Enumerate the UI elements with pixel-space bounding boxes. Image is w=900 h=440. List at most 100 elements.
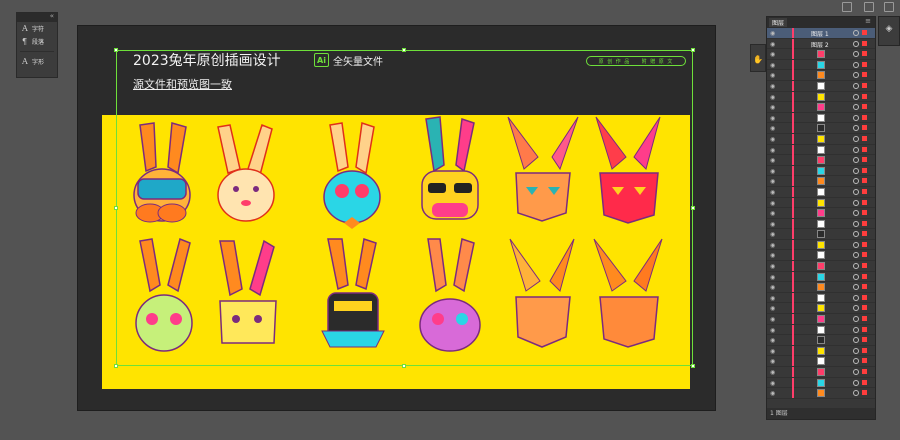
layer-row[interactable]: ◉	[767, 197, 875, 209]
layer-row[interactable]: ◉	[767, 59, 875, 71]
visibility-eye-icon[interactable]: ◉	[770, 231, 775, 238]
target-icon[interactable]	[853, 199, 859, 206]
selection-indicator[interactable]	[862, 188, 867, 194]
selection-indicator[interactable]	[862, 157, 867, 163]
target-icon[interactable]	[853, 188, 859, 195]
visibility-eye-icon[interactable]: ◉	[770, 147, 775, 154]
target-icon[interactable]	[853, 326, 859, 333]
character-panel-item[interactable]: A 字符	[17, 22, 57, 35]
layer-row[interactable]: ◉	[767, 218, 875, 230]
panel-icon[interactable]	[864, 2, 874, 12]
selection-indicator[interactable]	[862, 273, 867, 279]
layer-row[interactable]: ◉	[767, 123, 875, 134]
rabbit-green-face-icon[interactable]	[135, 237, 193, 352]
layer-row[interactable]: ◉	[767, 80, 875, 92]
selection-indicator[interactable]	[862, 178, 867, 184]
target-icon[interactable]	[853, 135, 859, 142]
selection-handle[interactable]	[114, 364, 118, 368]
layer-row[interactable]: ◉	[767, 292, 875, 304]
workspace-canvas[interactable]: « A 字符 ¶ 段落 A 字形 2023兔年原创插画设计 Ai 全矢量文件 原…	[0, 0, 900, 440]
selection-indicator[interactable]	[862, 347, 867, 353]
rabbit-geometric-pink-icon[interactable]	[507, 116, 579, 222]
layer-list[interactable]: ◉ 图层 1 ◉ 图层 2 ◉ ◉ ◉ ◉ ◉ ◉ ◉ ◉ ◉ ◉ ◉ ◉ ◉ ◉ ◉ ◉ ◉ ◉ ◉ ◉ ◉ ◉ ◉ ◉ ◉ ◉ ◉ ◉ ◉ ◉…	[767, 28, 875, 399]
rabbit-sunglasses-icon[interactable]	[421, 116, 479, 220]
selection-indicator[interactable]	[862, 61, 867, 67]
selection-indicator[interactable]	[862, 316, 867, 322]
selection-indicator[interactable]	[862, 326, 867, 332]
target-icon[interactable]	[853, 263, 859, 270]
layer-row[interactable]: ◉	[767, 70, 875, 81]
rabbit-geometric-red-icon[interactable]	[595, 116, 661, 224]
selection-handle[interactable]	[691, 48, 695, 52]
visibility-eye-icon[interactable]: ◉	[770, 210, 775, 217]
target-icon[interactable]	[853, 347, 859, 354]
target-icon[interactable]	[853, 82, 859, 89]
visibility-eye-icon[interactable]: ◉	[770, 200, 775, 207]
layer-row[interactable]: ◉	[767, 367, 875, 378]
selection-indicator[interactable]	[862, 82, 867, 88]
selection-handle[interactable]	[691, 206, 695, 210]
illustration-background[interactable]	[102, 115, 690, 389]
visibility-eye-icon[interactable]: ◉	[770, 274, 775, 281]
visibility-eye-icon[interactable]: ◉	[770, 178, 775, 185]
layer-row[interactable]: ◉	[767, 112, 875, 124]
selection-handle[interactable]	[114, 206, 118, 210]
selection-handle[interactable]	[691, 364, 695, 368]
visibility-eye-icon[interactable]: ◉	[770, 168, 775, 175]
selection-indicator[interactable]	[862, 241, 867, 247]
selection-handle[interactable]	[114, 48, 118, 52]
selection-indicator[interactable]	[862, 40, 867, 46]
selection-indicator[interactable]	[862, 125, 867, 131]
layer-row[interactable]: ◉	[767, 314, 875, 325]
rabbit-robot-icon[interactable]	[321, 238, 385, 348]
target-icon[interactable]	[853, 358, 859, 365]
visibility-eye-icon[interactable]: ◉	[770, 316, 775, 323]
target-icon[interactable]	[853, 316, 859, 323]
target-icon[interactable]	[853, 125, 859, 132]
selection-indicator[interactable]	[862, 369, 867, 374]
selection-indicator[interactable]	[862, 93, 867, 99]
target-icon[interactable]	[853, 284, 859, 291]
visibility-eye-icon[interactable]: ◉	[770, 305, 775, 312]
layer-row[interactable]: ◉	[767, 186, 875, 198]
hand-icon[interactable]: ✋	[751, 55, 765, 64]
layer-row[interactable]: ◉	[767, 155, 875, 166]
layer-row[interactable]: ◉	[767, 377, 875, 389]
layer-row[interactable]: ◉	[767, 261, 875, 272]
layer-row[interactable]: ◉	[767, 239, 875, 251]
layer-row[interactable]: ◉	[767, 144, 875, 156]
layer-row[interactable]: ◉	[767, 102, 875, 113]
target-icon[interactable]	[853, 294, 859, 301]
selection-indicator[interactable]	[862, 305, 867, 311]
layer-row[interactable]: ◉ 图层 2	[767, 38, 875, 50]
selection-indicator[interactable]	[862, 104, 867, 110]
target-icon[interactable]	[853, 93, 859, 100]
rabbit-yellow-icon[interactable]	[219, 239, 277, 344]
visibility-eye-icon[interactable]: ◉	[770, 136, 775, 143]
glyphs-panel-item[interactable]: A 字形	[17, 55, 57, 68]
visibility-eye-icon[interactable]: ◉	[770, 51, 775, 58]
selection-indicator[interactable]	[862, 51, 867, 57]
visibility-eye-icon[interactable]: ◉	[770, 295, 775, 302]
layer-row[interactable]: ◉	[767, 208, 875, 219]
rabbit-geometric-orange-2-icon[interactable]	[593, 238, 663, 348]
visibility-eye-icon[interactable]: ◉	[770, 41, 775, 48]
visibility-eye-icon[interactable]: ◉	[770, 337, 775, 344]
visibility-eye-icon[interactable]: ◉	[770, 263, 775, 270]
layer-row[interactable]: ◉	[767, 345, 875, 357]
layer-row[interactable]: ◉	[767, 91, 875, 103]
panel-icon[interactable]	[884, 2, 894, 12]
visibility-eye-icon[interactable]: ◉	[770, 115, 775, 122]
visibility-eye-icon[interactable]: ◉	[770, 284, 775, 291]
selection-indicator[interactable]	[862, 379, 867, 385]
rabbit-geometric-orange-icon[interactable]	[509, 238, 575, 348]
layer-row[interactable]: ◉	[767, 176, 875, 187]
panel-icon[interactable]	[842, 2, 852, 12]
collapse-icon[interactable]: «	[50, 12, 54, 20]
visibility-eye-icon[interactable]: ◉	[770, 252, 775, 259]
selection-indicator[interactable]	[862, 231, 867, 237]
selection-indicator[interactable]	[862, 358, 867, 364]
visibility-eye-icon[interactable]: ◉	[770, 94, 775, 101]
panel-header[interactable]: «	[17, 12, 57, 22]
selection-indicator[interactable]	[862, 167, 867, 173]
